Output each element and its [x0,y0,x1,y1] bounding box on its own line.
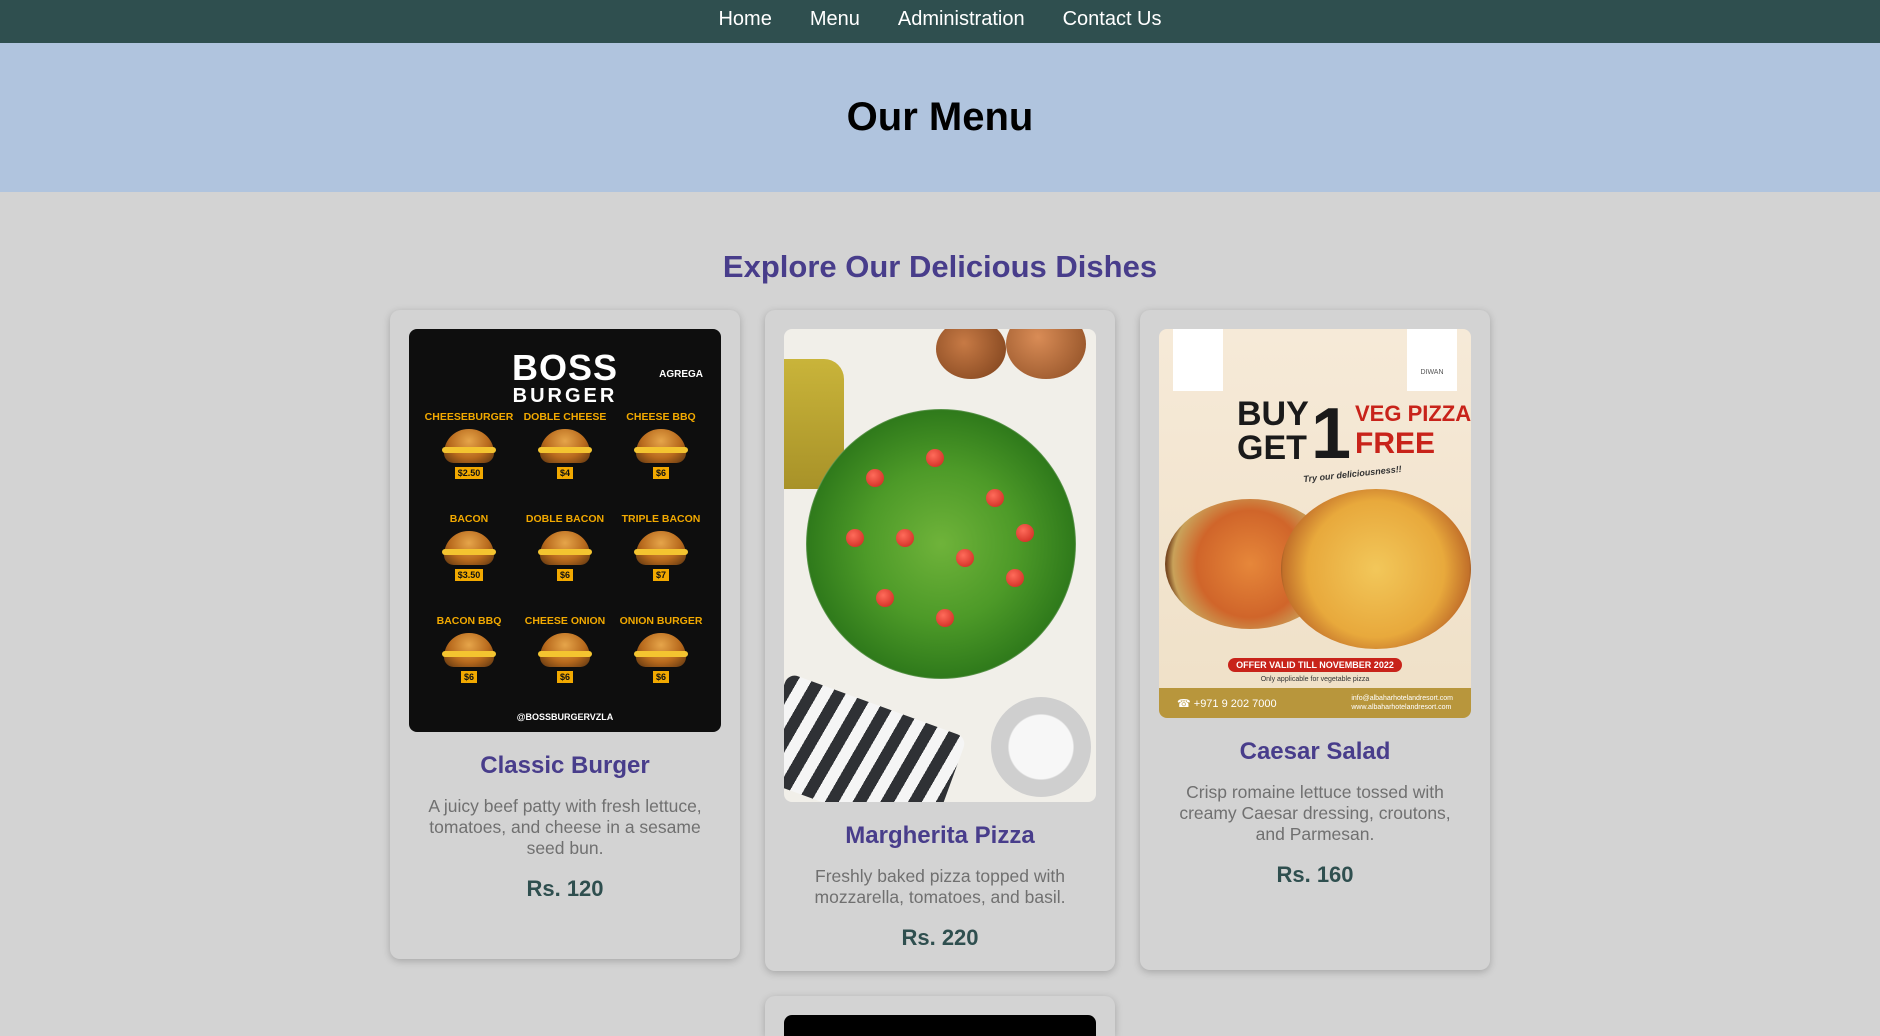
salt-dish-shape [991,697,1091,797]
salad-bowl-image [784,329,1096,802]
tomato-shape [956,549,974,567]
wooden-spoon-shape [936,329,1006,379]
burger-icon [538,429,592,463]
burger-item: CHEESE BBQ $6 [626,411,696,479]
burger-brand-bottom: BURGER [512,385,618,407]
tomato-shape [986,489,1004,507]
burger-brand-top: BOSS [511,347,619,388]
tomato-shape [926,449,944,467]
dish-description: Crisp romaine lettuce tossed with creamy… [1179,782,1451,844]
hotel-logo-ribbon [1173,329,1223,391]
burger-item: DOBLE CHEESE $4 [523,411,607,479]
page-header: Our Menu [0,43,1880,192]
dish-price: Rs. 220 [901,925,979,950]
burger-item: ONION BURGER $6 [619,615,703,683]
pizza-shape [1281,489,1471,649]
burger-item: CHEESEBURGER $2.50 [424,411,514,479]
burger-item: CHEESE ONION $6 [524,615,606,683]
burger-item: BACON BBQ $6 [436,615,502,683]
pizza-promo-image: DIWAN BUY GET 1 VEG PIZZA FREE Try our d… [1159,329,1471,718]
burger-item: TRIPLE BACON $7 [621,513,701,581]
dish-description: A juicy beef patty with fresh lettuce, t… [428,796,702,858]
menu-card-partial[interactable] [765,996,1115,1036]
salad-bowl-shape [806,409,1076,679]
tomato-shape [936,609,954,627]
wooden-spoon-shape [1006,329,1086,379]
nav-home-link[interactable]: Home [718,8,771,35]
promo-headline: BUY GET 1 VEG PIZZA FREE Try our delicio… [1237,394,1471,485]
tomato-shape [876,589,894,607]
top-navigation: Home Menu Administration Contact Us [0,0,1880,43]
striped-towel-shape [784,672,968,802]
tomato-shape [846,529,864,547]
burger-icon [442,429,496,463]
dish-image-partial [784,1015,1096,1036]
menu-card-row-2 [0,996,1880,1036]
dish-description: Freshly baked pizza topped with mozzarel… [814,866,1066,907]
burger-handle: @BOSSBURGERVZLA [516,712,614,722]
menu-card-margherita-pizza[interactable]: Margherita Pizza Freshly baked pizza top… [765,310,1115,971]
menu-card-classic-burger[interactable]: BOSS BURGER AGREGA CHEESEBURGER $2.50 DOB… [390,310,740,959]
burger-icon [442,531,496,565]
dish-name: Caesar Salad [1239,738,1391,765]
offer-banner: OFFER VALID TILL NOVEMBER 2022 Only appl… [1159,655,1471,683]
burger-menu-image: BOSS BURGER AGREGA CHEESEBURGER $2.50 DOB… [409,329,721,732]
menu-card-caesar-salad[interactable]: DIWAN BUY GET 1 VEG PIZZA FREE Try our d… [1140,310,1490,970]
burger-badge: AGREGA [659,369,703,380]
nav-administration-link[interactable]: Administration [898,8,1025,35]
diwan-logo-ribbon: DIWAN [1407,329,1457,391]
burger-icon [634,429,688,463]
contact-bar: ☎ +971 9 202 7000 info@albaharhotelandre… [1159,688,1471,718]
dish-name: Margherita Pizza [845,822,1035,849]
burger-icon [634,633,688,667]
section-title: Explore Our Delicious Dishes [722,249,1158,284]
phone-text: ☎ +971 9 202 7000 [1177,697,1277,710]
tomato-shape [896,529,914,547]
burger-icon [442,633,496,667]
burger-items-grid: CHEESEBURGER $2.50 DOBLE CHEESE $4 CHEESE … [421,411,709,705]
nav-contact-link[interactable]: Contact Us [1063,8,1162,35]
burger-icon [538,531,592,565]
dish-price: Rs. 120 [526,876,604,901]
tomato-shape [866,469,884,487]
menu-card-grid: BOSS BURGER AGREGA CHEESEBURGER $2.50 DOB… [0,310,1880,971]
nav-menu-link[interactable]: Menu [810,8,860,35]
burger-icon [634,531,688,565]
page-title: Our Menu [846,95,1034,139]
burger-item: BACON $3.50 [421,513,517,603]
dish-name: Classic Burger [480,752,650,779]
burger-item: DOBLE BACON $6 [525,513,605,581]
dish-price: Rs. 160 [1276,862,1354,887]
tomato-shape [1006,569,1024,587]
burger-icon [538,633,592,667]
tomato-shape [1016,524,1034,542]
